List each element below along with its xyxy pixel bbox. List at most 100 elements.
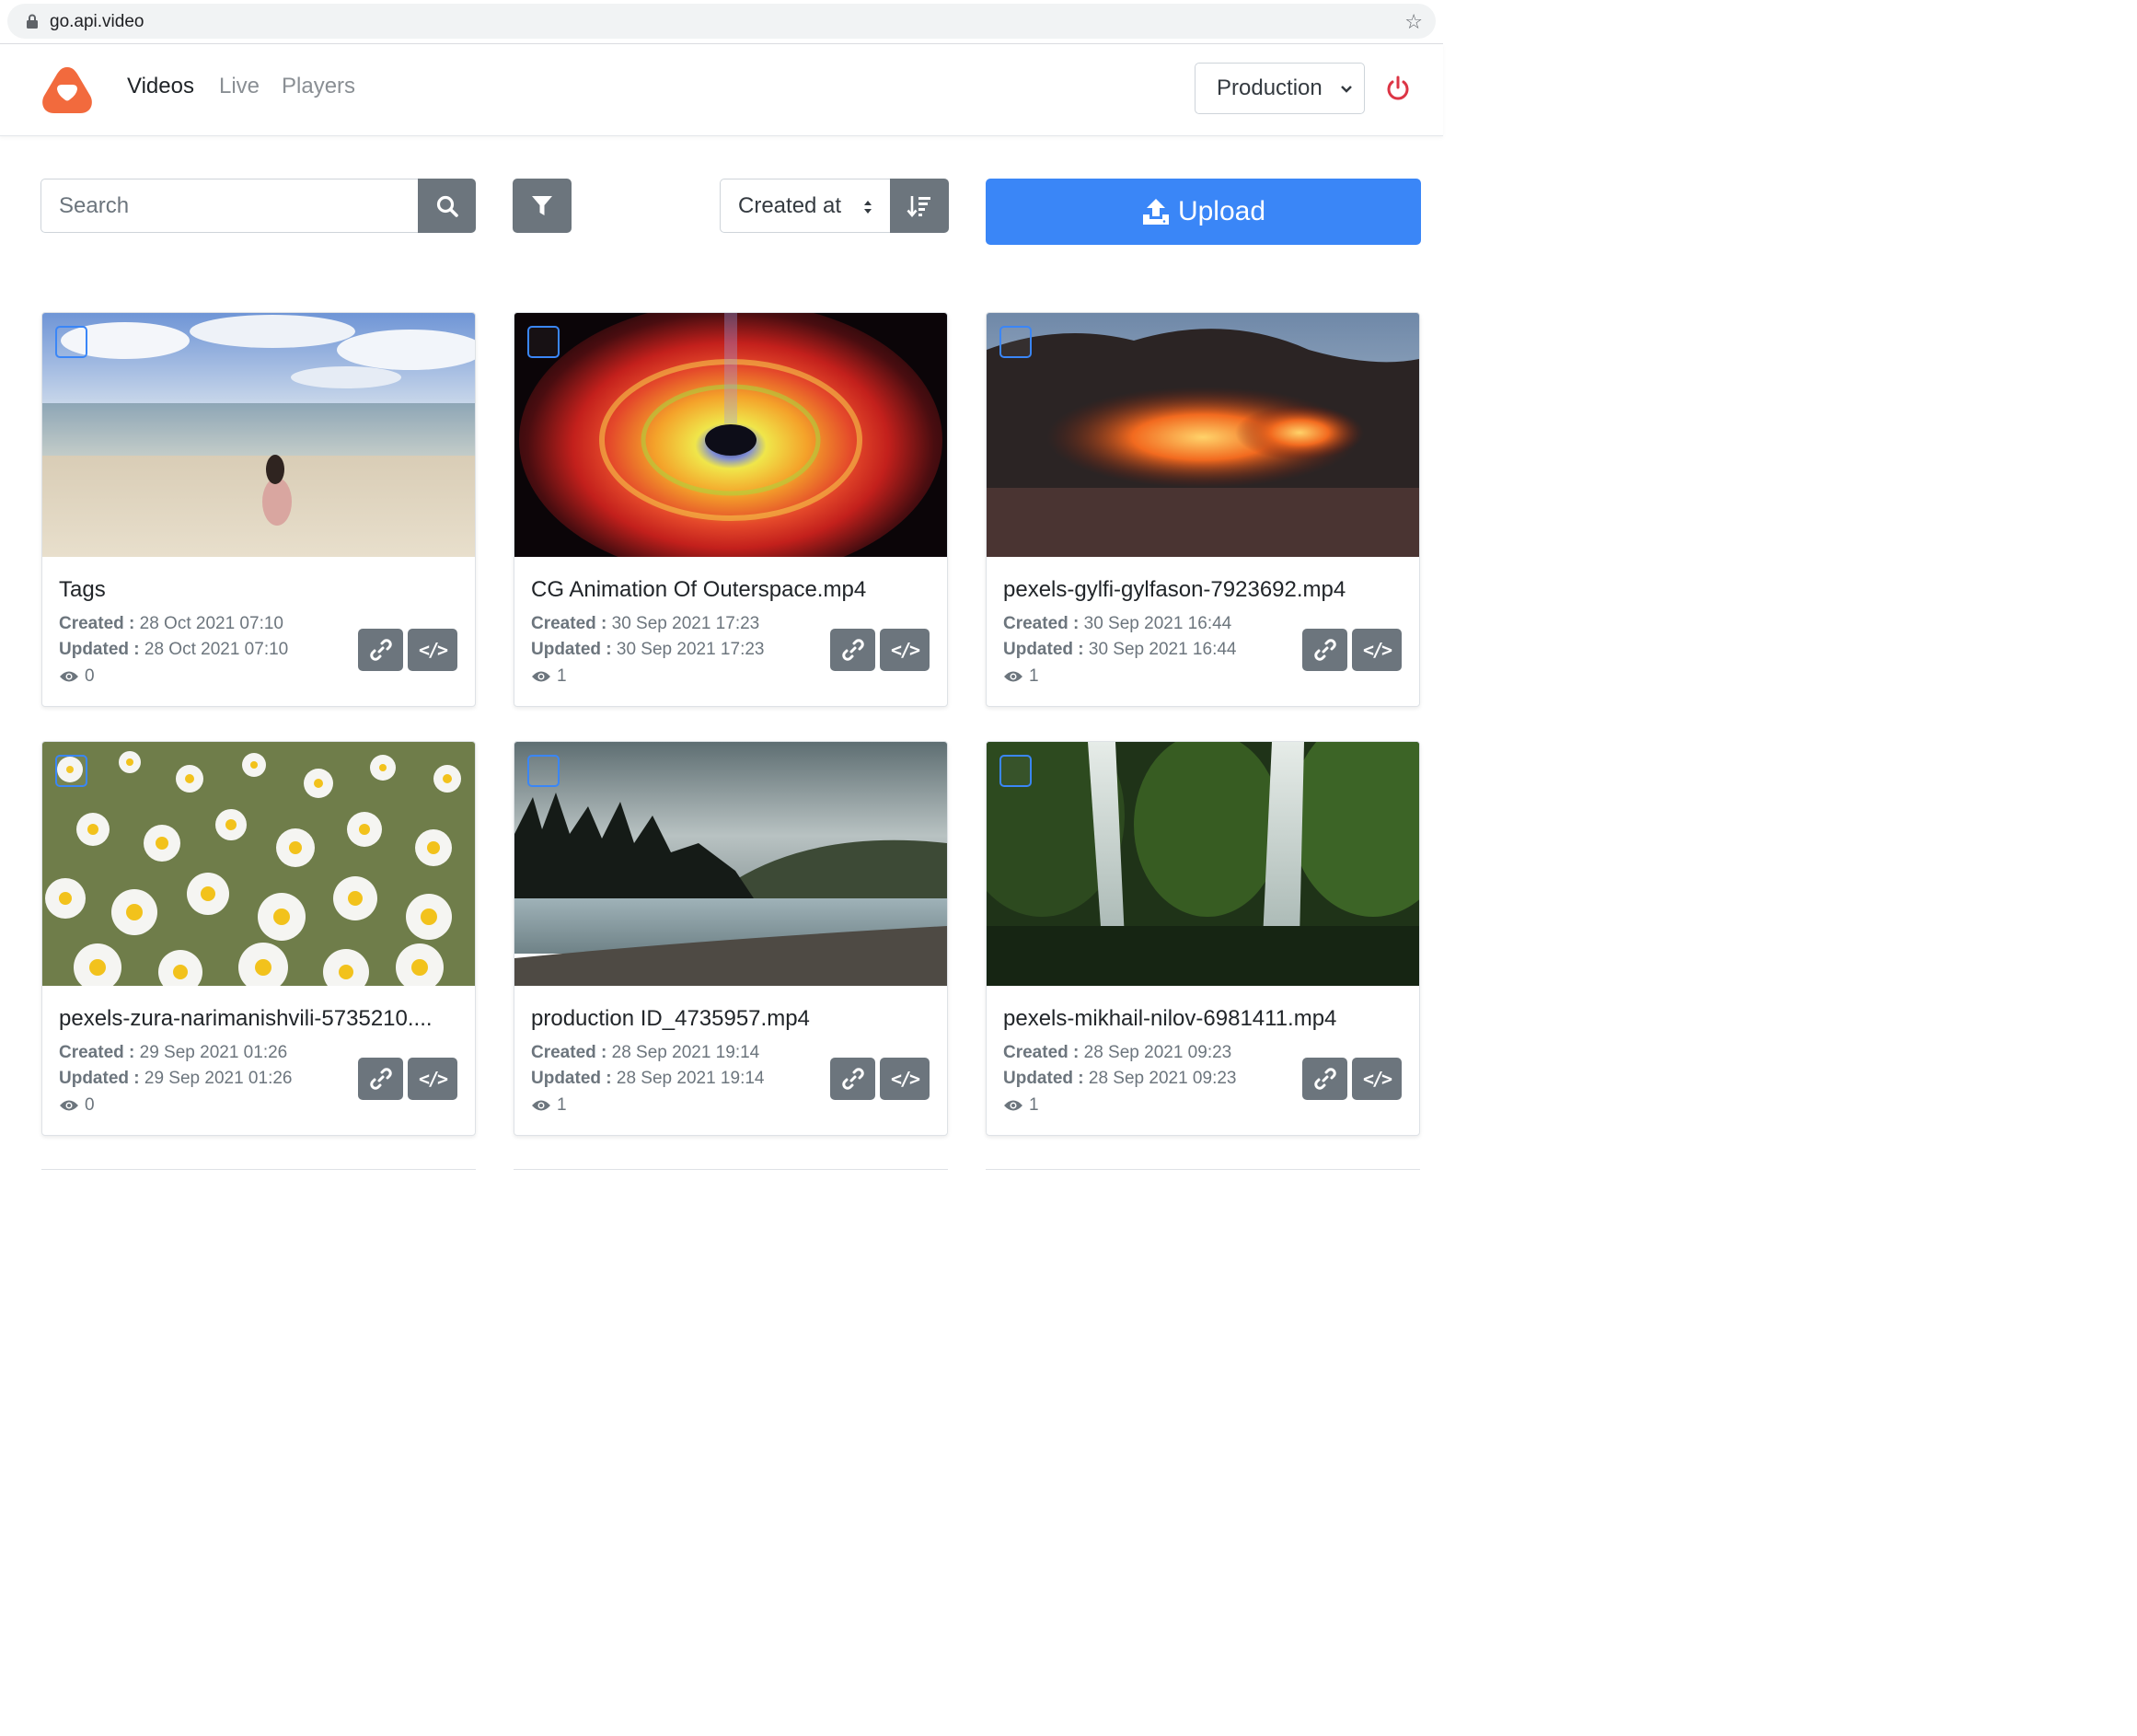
- video-title[interactable]: pexels-mikhail-nilov-6981411.mp4: [1003, 1006, 1336, 1032]
- video-title[interactable]: production ID_4735957.mp4: [531, 1006, 810, 1032]
- select-checkbox[interactable]: [527, 326, 560, 358]
- search-icon: [436, 195, 458, 217]
- updated-date: Updated : 30 Sep 2021 16:44: [1003, 640, 1237, 659]
- created-date: Created : 29 Sep 2021 01:26: [59, 1043, 288, 1062]
- top-navbar: Videos Live Players Production: [0, 44, 1443, 136]
- code-icon: </>: [1362, 639, 1392, 661]
- sort-field-select[interactable]: Created at: [720, 179, 891, 233]
- select-arrows-icon: [864, 201, 872, 214]
- created-date: Created : 28 Oct 2021 07:10: [59, 614, 283, 633]
- created-date: Created : 30 Sep 2021 17:23: [531, 614, 760, 633]
- code-icon: </>: [418, 639, 448, 661]
- view-count: 0: [59, 1095, 95, 1116]
- embed-code-button[interactable]: </>: [408, 629, 457, 671]
- video-card[interactable]: pexels-mikhail-nilov-6981411.mp4 Created…: [986, 741, 1420, 1136]
- filter-icon: [532, 195, 552, 215]
- bookmark-star-icon[interactable]: ☆: [1404, 10, 1423, 34]
- video-thumbnail-daisies[interactable]: [42, 742, 475, 986]
- code-icon: </>: [418, 1068, 448, 1090]
- copy-link-button[interactable]: [830, 629, 875, 671]
- next-row-card-edge: [986, 1169, 1420, 1173]
- updated-date: Updated : 28 Sep 2021 09:23: [1003, 1069, 1237, 1088]
- view-count: 1: [531, 1095, 567, 1116]
- created-date: Created : 28 Sep 2021 19:14: [531, 1043, 760, 1062]
- address-bar[interactable]: go.api.video ☆: [7, 4, 1436, 39]
- video-title[interactable]: Tags: [59, 577, 106, 603]
- created-date: Created : 28 Sep 2021 09:23: [1003, 1043, 1232, 1062]
- environment-select[interactable]: Production: [1195, 63, 1365, 114]
- select-checkbox[interactable]: [999, 755, 1032, 787]
- copy-link-button[interactable]: [1302, 1058, 1347, 1100]
- select-checkbox[interactable]: [527, 755, 560, 787]
- video-card[interactable]: CG Animation Of Outerspace.mp4 Created :…: [514, 312, 948, 707]
- video-card[interactable]: production ID_4735957.mp4 Created : 28 S…: [514, 741, 948, 1136]
- updated-date: Updated : 28 Oct 2021 07:10: [59, 640, 289, 659]
- view-count: 0: [59, 666, 95, 687]
- video-thumbnail-lava[interactable]: [987, 313, 1419, 557]
- video-thumbnail-space-vortex[interactable]: [514, 313, 947, 557]
- copy-link-button[interactable]: [830, 1058, 875, 1100]
- view-count: 1: [1003, 666, 1039, 687]
- eye-icon: [532, 1100, 550, 1111]
- nav-videos[interactable]: Videos: [127, 74, 194, 99]
- video-card[interactable]: Tags Created : 28 Oct 2021 07:10 Updated…: [41, 312, 476, 707]
- eye-icon: [60, 671, 78, 682]
- video-thumbnail-beach[interactable]: [42, 313, 475, 557]
- view-count: 1: [1003, 1095, 1039, 1116]
- search-input[interactable]: [40, 179, 419, 233]
- code-icon: </>: [890, 1068, 920, 1090]
- upload-button[interactable]: Upload: [986, 179, 1421, 245]
- code-icon: </>: [890, 639, 920, 661]
- nav-live[interactable]: Live: [219, 74, 260, 99]
- video-card[interactable]: pexels-gylfi-gylfason-7923692.mp4 Create…: [986, 312, 1420, 707]
- created-date: Created : 30 Sep 2021 16:44: [1003, 614, 1232, 633]
- select-checkbox[interactable]: [999, 326, 1032, 358]
- embed-code-button[interactable]: </>: [408, 1058, 457, 1100]
- video-thumbnail-waterfall[interactable]: [987, 742, 1419, 986]
- eye-icon: [1004, 1100, 1022, 1111]
- link-icon: [369, 639, 392, 661]
- updated-date: Updated : 29 Sep 2021 01:26: [59, 1069, 293, 1088]
- link-icon: [841, 639, 864, 661]
- link-icon: [1313, 1068, 1336, 1090]
- select-checkbox[interactable]: [55, 755, 87, 787]
- upload-label: Upload: [1177, 196, 1266, 226]
- sort-order-button[interactable]: [890, 179, 949, 233]
- updated-date: Updated : 28 Sep 2021 19:14: [531, 1069, 765, 1088]
- chevron-down-icon: [1341, 86, 1352, 93]
- copy-link-button[interactable]: [1302, 629, 1347, 671]
- updated-date: Updated : 30 Sep 2021 17:23: [531, 640, 765, 659]
- next-row-card-edge: [514, 1169, 948, 1173]
- filter-button[interactable]: [513, 179, 572, 233]
- view-count: 1: [531, 666, 567, 687]
- copy-link-button[interactable]: [358, 629, 403, 671]
- embed-code-button[interactable]: </>: [880, 1058, 930, 1100]
- nav-players[interactable]: Players: [282, 74, 355, 99]
- video-title[interactable]: pexels-zura-narimanishvili-5735210....: [59, 1006, 433, 1032]
- link-icon: [1313, 639, 1336, 661]
- video-title[interactable]: pexels-gylfi-gylfason-7923692.mp4: [1003, 577, 1346, 603]
- code-icon: </>: [1362, 1068, 1392, 1090]
- video-card[interactable]: pexels-zura-narimanishvili-5735210.... C…: [41, 741, 476, 1136]
- select-checkbox[interactable]: [55, 326, 87, 358]
- url-text: go.api.video: [50, 12, 144, 31]
- copy-link-button[interactable]: [358, 1058, 403, 1100]
- link-icon: [369, 1068, 392, 1090]
- embed-code-button[interactable]: </>: [880, 629, 930, 671]
- logout-power-icon[interactable]: [1385, 75, 1411, 101]
- video-thumbnail-river-forest[interactable]: [514, 742, 947, 986]
- eye-icon: [532, 671, 550, 682]
- sort-descending-icon: [907, 195, 930, 217]
- sort-field-value: Created at: [738, 193, 842, 218]
- lock-icon: [27, 14, 38, 29]
- eye-icon: [60, 1100, 78, 1111]
- video-title[interactable]: CG Animation Of Outerspace.mp4: [531, 577, 866, 603]
- environment-value: Production: [1217, 75, 1323, 100]
- search-button[interactable]: [418, 179, 476, 233]
- embed-code-button[interactable]: </>: [1352, 629, 1402, 671]
- api-video-logo-icon[interactable]: [40, 64, 95, 116]
- upload-icon: [1142, 199, 1169, 225]
- embed-code-button[interactable]: </>: [1352, 1058, 1402, 1100]
- link-icon: [841, 1068, 864, 1090]
- next-row-card-edge: [41, 1169, 476, 1173]
